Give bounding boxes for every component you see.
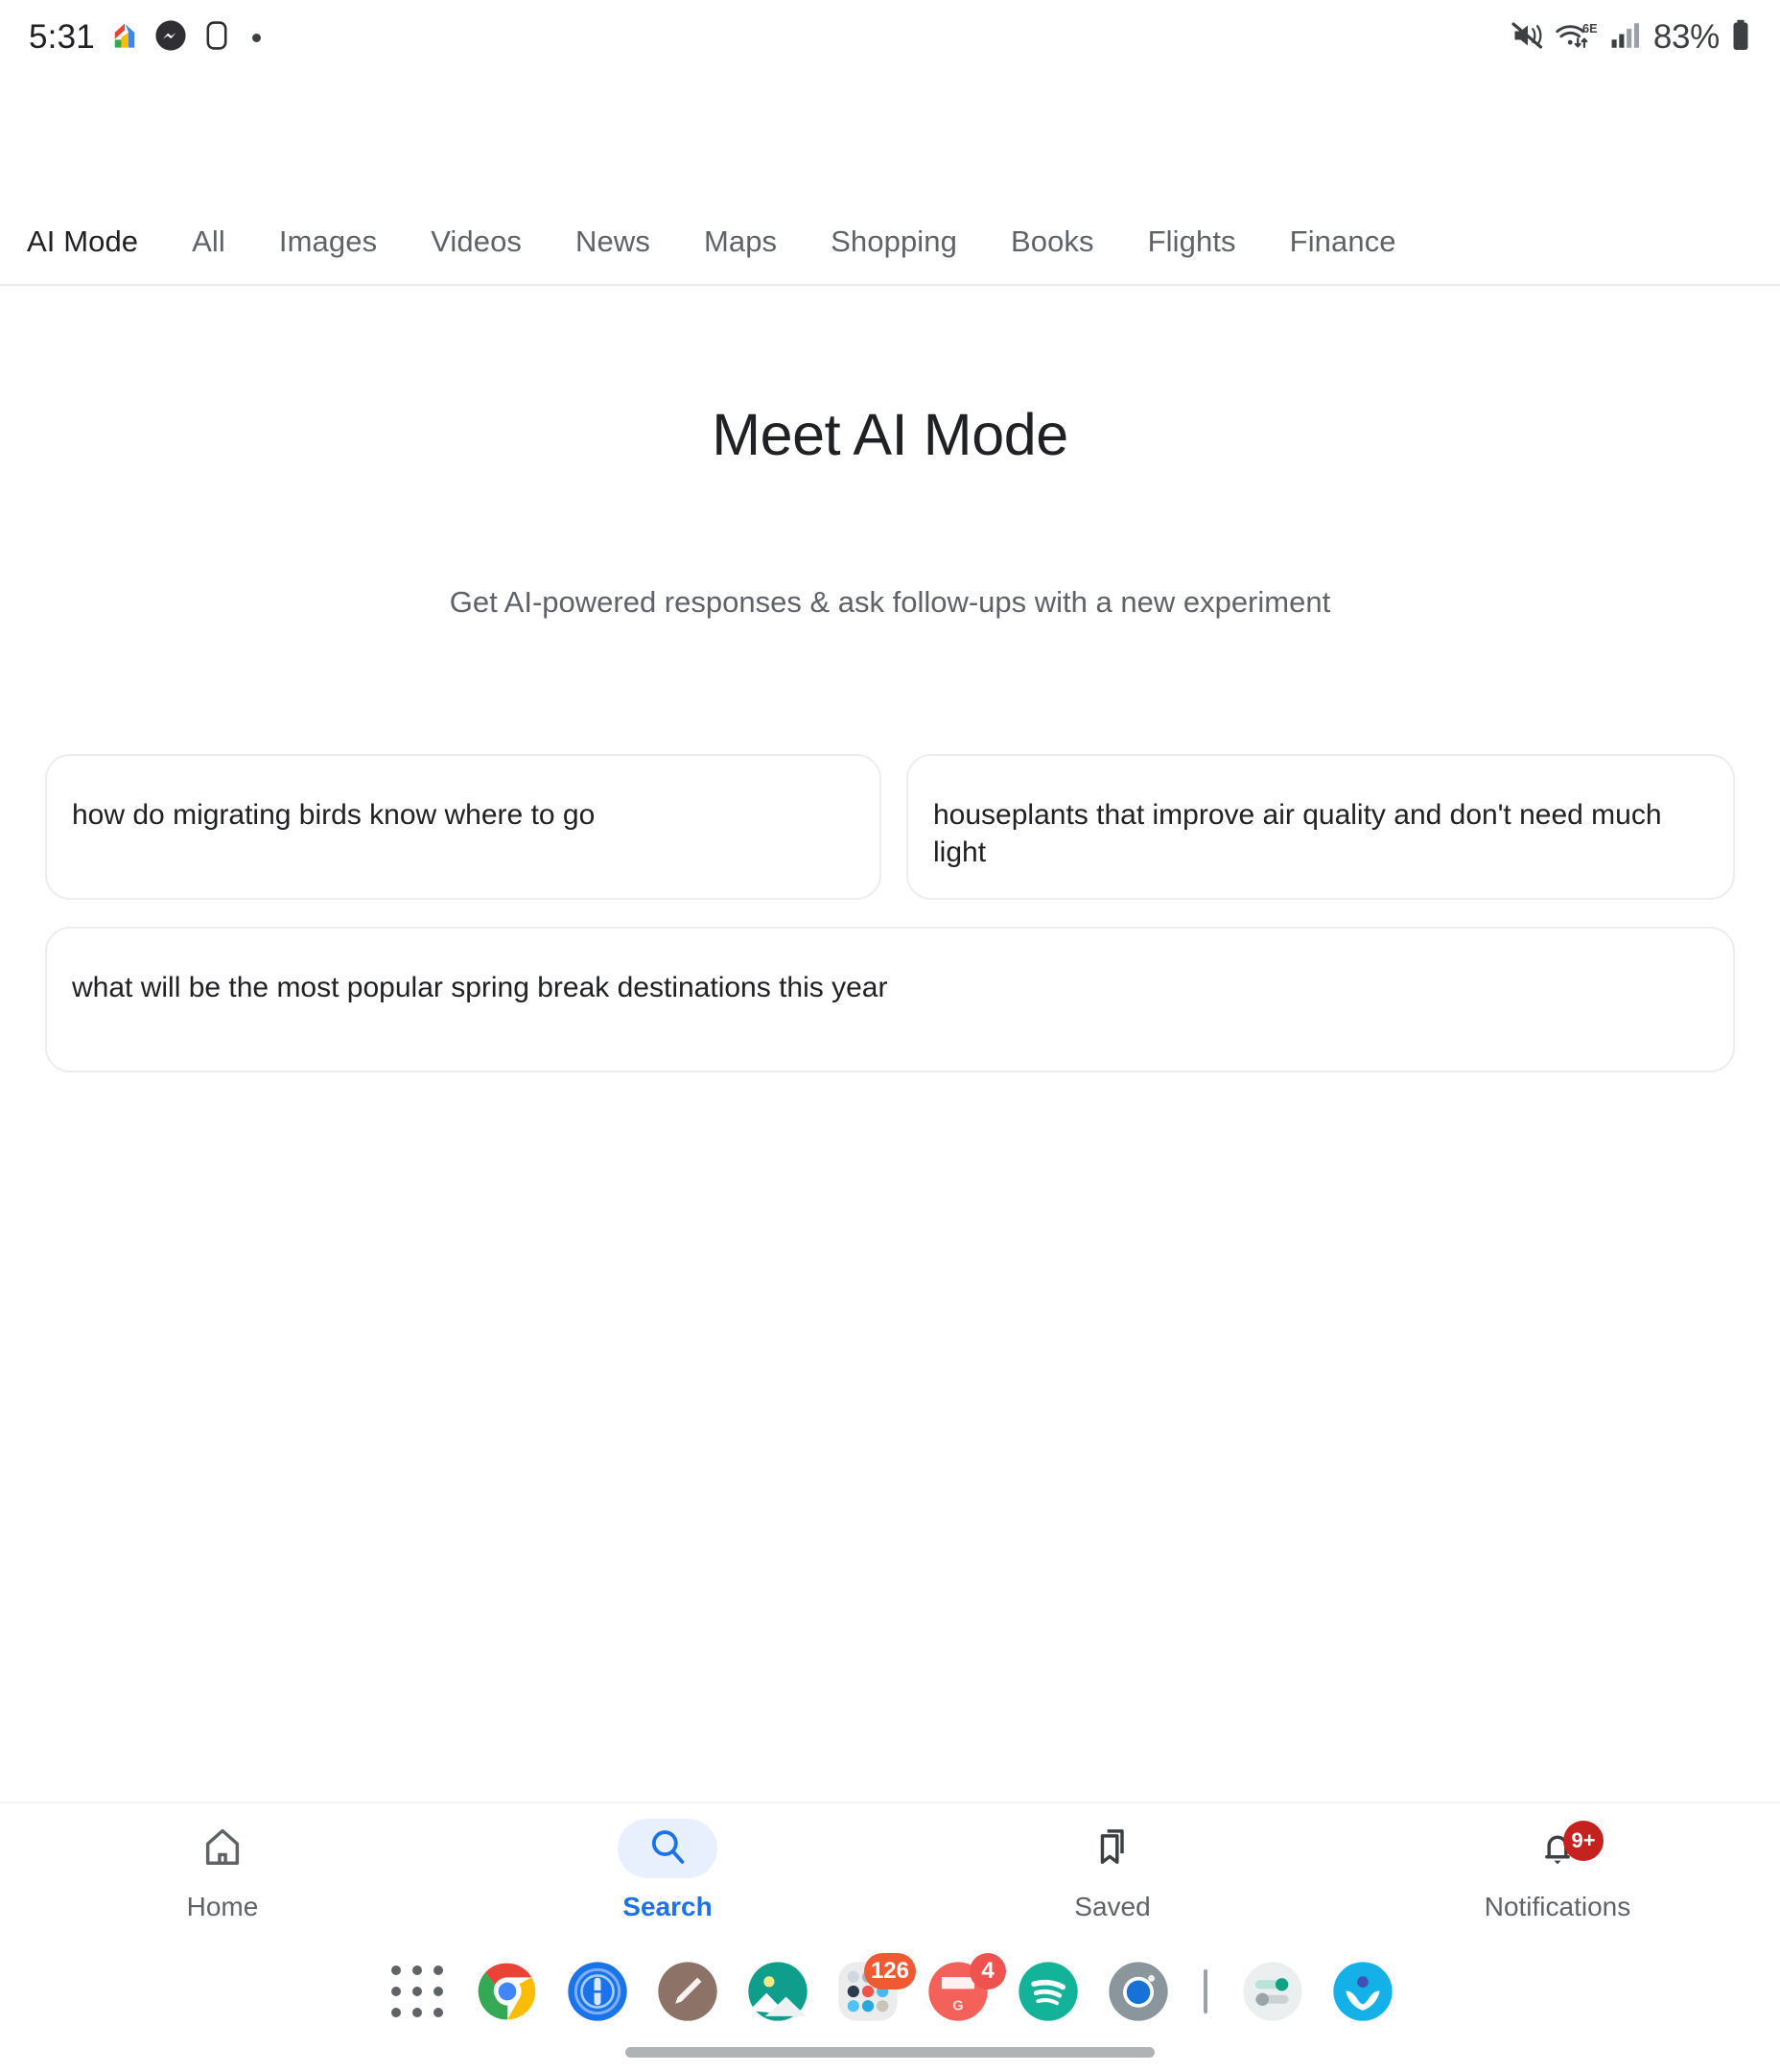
messenger-icon: [154, 19, 187, 57]
settings-icon[interactable]: [1242, 1961, 1303, 2022]
tab-finance[interactable]: Finance: [1290, 224, 1396, 259]
svg-text:6E: 6E: [1582, 21, 1598, 35]
bookmark-icon: [1090, 1825, 1135, 1873]
home-icon: [200, 1825, 245, 1873]
app-drawer-icon[interactable]: [386, 1961, 448, 2022]
nav-item-notifications[interactable]: 9+ Notifications: [1335, 1803, 1780, 1922]
status-bar: 5:31 6E 83%: [0, 0, 1780, 75]
nav-item-home[interactable]: Home: [0, 1803, 445, 1922]
mute-vibrate-icon: [1511, 18, 1545, 58]
status-bar-right: 6E 83%: [1511, 18, 1753, 58]
tab-ai-mode[interactable]: AI Mode: [27, 224, 138, 259]
camera-icon[interactable]: [1108, 1961, 1169, 2022]
gmail-icon[interactable]: G 4: [927, 1953, 1006, 2022]
onepassword-icon[interactable]: [567, 1961, 628, 2022]
tab-books[interactable]: Books: [1011, 224, 1094, 259]
suggestion-card[interactable]: houseplants that improve air quality and…: [906, 754, 1735, 900]
notes-pencil-icon[interactable]: [657, 1961, 718, 2022]
nav-label-home: Home: [186, 1892, 259, 1921]
search-icon: [645, 1825, 690, 1873]
app-square-icon: [200, 19, 233, 57]
wifi-6e-icon: 6E: [1554, 18, 1600, 58]
bell-icon-container: 9+: [1508, 1819, 1607, 1878]
spotify-icon[interactable]: [1018, 1961, 1079, 2022]
notifications-badge: 9+: [1563, 1821, 1604, 1861]
home-icon-container: [173, 1819, 272, 1878]
status-bar-left: 5:31: [29, 18, 261, 57]
tab-shopping[interactable]: Shopping: [831, 224, 957, 259]
suggestion-row-2: what will be the most popular spring bre…: [45, 927, 1735, 1072]
tab-images[interactable]: Images: [279, 224, 377, 259]
health-app-icon[interactable]: [1332, 1961, 1394, 2022]
android-dock: 126 G 4: [0, 1949, 1780, 2034]
gmail-badge: 4: [970, 1953, 1006, 1990]
dot-indicator: [251, 33, 261, 42]
suggestion-card[interactable]: what will be the most popular spring bre…: [45, 927, 1735, 1072]
nav-label-notifications: Notifications: [1484, 1892, 1631, 1921]
suggestion-row-1: how do migrating birds know where to go …: [45, 754, 1735, 900]
tab-flights[interactable]: Flights: [1148, 224, 1236, 259]
app-drawer-grid: [390, 1965, 444, 2018]
cellular-signal-icon: [1608, 19, 1641, 57]
suggestion-card[interactable]: how do migrating birds know where to go: [45, 754, 881, 900]
battery-icon: [1728, 18, 1753, 58]
nav-item-search[interactable]: Search: [445, 1803, 890, 1922]
search-tabs[interactable]: AI Mode All Images Videos News Maps Shop…: [0, 200, 1780, 286]
bottom-navigation-bar: Home Search Saved 9+ Notifications: [0, 1801, 1780, 1945]
tab-videos[interactable]: Videos: [431, 224, 522, 259]
nav-item-saved[interactable]: Saved: [890, 1803, 1335, 1922]
svg-text:G: G: [952, 1998, 963, 2013]
tab-maps[interactable]: Maps: [704, 224, 777, 259]
search-icon-container: [618, 1819, 717, 1878]
bookmark-icon-container: [1063, 1819, 1162, 1878]
tab-news[interactable]: News: [575, 224, 650, 259]
page-subtitle: Get AI-powered responses & ask follow-up…: [449, 585, 1331, 619]
nav-label-search: Search: [622, 1892, 713, 1921]
app-folder-icon[interactable]: 126: [837, 1953, 916, 2022]
gallery-icon[interactable]: [747, 1961, 808, 2022]
folder-badge: 126: [863, 1953, 916, 1990]
page-title: Meet AI Mode: [712, 402, 1068, 467]
dock-divider: [1204, 1969, 1207, 2013]
tab-all[interactable]: All: [192, 224, 225, 259]
nav-label-saved: Saved: [1074, 1892, 1151, 1921]
status-time: 5:31: [29, 18, 95, 56]
suggestion-cards: how do migrating birds know where to go …: [45, 754, 1735, 1099]
google-home-icon: [108, 19, 141, 57]
chrome-icon[interactable]: [477, 1961, 538, 2022]
battery-percent-label: 83%: [1652, 18, 1720, 56]
home-gesture-handle[interactable]: [625, 2047, 1155, 2058]
